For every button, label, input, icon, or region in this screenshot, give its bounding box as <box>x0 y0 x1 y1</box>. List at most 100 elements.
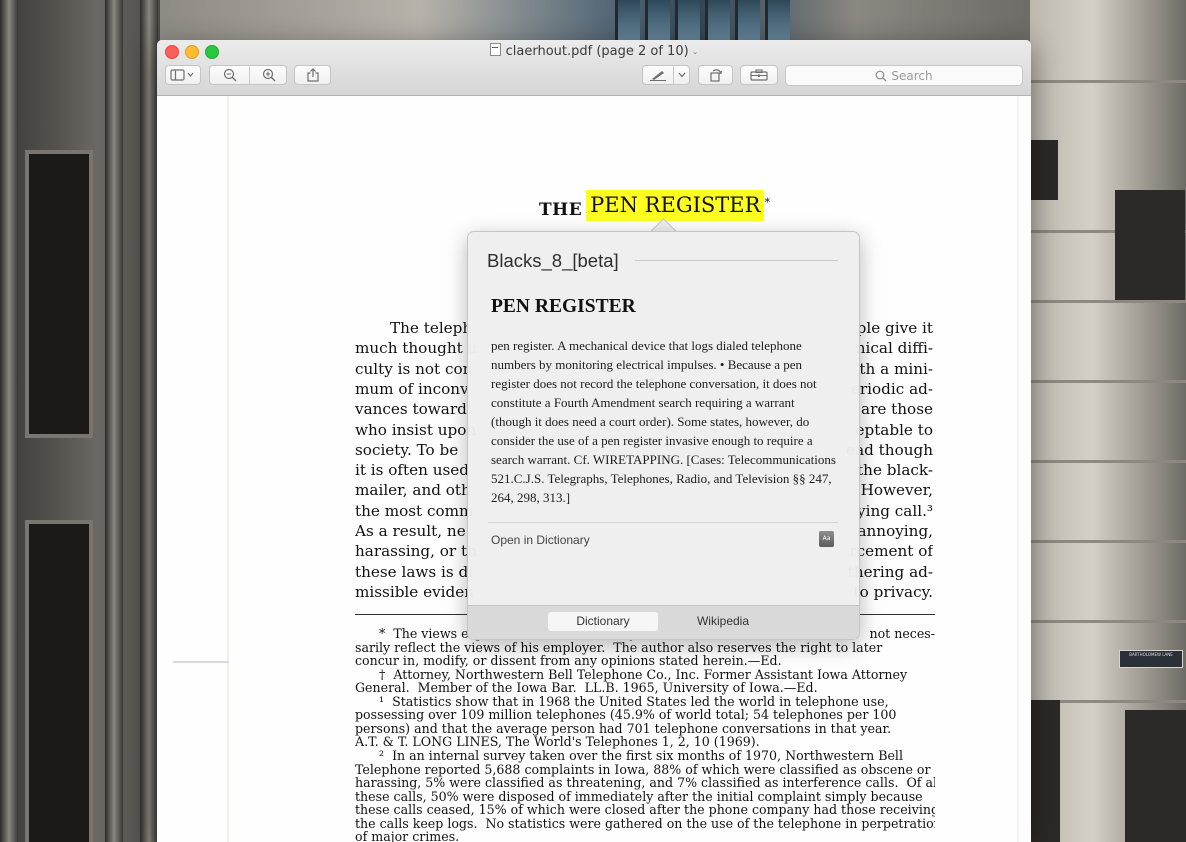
street-sign: BARTHOLOMEW LANE <box>1119 650 1183 668</box>
footnote-line-text: the calls keep logs. No statistics were … <box>355 816 935 831</box>
body-text-line-left: As a result, ne <box>355 522 466 540</box>
footnote-line-text: † Attorney, Northwestern Bell Telephone … <box>355 667 908 682</box>
footnote-line: these calls, 50% were disposed of immedi… <box>355 790 935 804</box>
markup-pen-button[interactable] <box>643 66 673 84</box>
search-icon <box>875 70 887 81</box>
body-text-line-right: However, <box>860 481 933 500</box>
markup-control <box>642 65 690 85</box>
footnote-line-text: Telephone reported 5,688 complaints in I… <box>355 762 931 777</box>
footnote-line: General. Member of the Iowa Bar. LL.B. 1… <box>355 681 935 695</box>
markup-toolbar-button[interactable] <box>740 65 778 85</box>
right-building-image <box>1030 0 1186 842</box>
dictionary-app-icon[interactable]: Aa <box>819 531 834 547</box>
open-in-dictionary-link[interactable]: Open in Dictionary <box>491 533 590 547</box>
footnote-line: A.T. & T. LONG LINES, The World's Teleph… <box>355 735 935 749</box>
footnote-line: ¹ Statistics show that in 1968 the Unite… <box>355 695 935 709</box>
body-text-line-left: much thought u <box>355 339 478 358</box>
footnote-line-text: persons) and that the average person had… <box>355 721 892 736</box>
markup-menu-button[interactable] <box>674 66 690 84</box>
page-title: THE PEN REGISTER * <box>539 190 770 221</box>
share-button[interactable] <box>294 65 331 85</box>
footnote-line: persons) and that the average person had… <box>355 722 935 736</box>
zoom-out-button[interactable] <box>210 66 249 84</box>
footnote-line-text: possessing over 109 million telephones (… <box>355 708 897 723</box>
body-text-line-right: ying call.³ <box>857 501 933 520</box>
popover-divider <box>488 522 838 523</box>
entry-definition: pen register. A mechanical device that l… <box>491 338 836 505</box>
body-text-line-left: who insist upon <box>355 420 477 439</box>
footnote-line-text: concur in, modify, or dissent from any o… <box>355 654 782 669</box>
body-text-line-right: the black- <box>857 461 933 480</box>
footnote-line-text: A.T. & T. LONG LINES, The World's Teleph… <box>355 735 760 750</box>
footnote-line-end: not neces- <box>869 627 935 641</box>
body-text-line-left: mailer, and oth <box>355 481 471 500</box>
title-footnote-mark: * <box>764 196 770 209</box>
body-text-line-left: harassing, or th <box>355 542 477 561</box>
source-divider <box>635 260 838 261</box>
footnote-line: these calls ceased, 15% of which were cl… <box>355 803 935 817</box>
body-text-line-right: are those <box>861 400 933 419</box>
window-title: claerhout.pdf (page 2 of 10) <box>505 44 689 59</box>
body-text-line-left: The teleph <box>390 319 473 337</box>
window-toolbar: claerhout.pdf (page 2 of 10) ⌄ Search <box>157 40 1031 96</box>
popover-tab-bar: Dictionary Wikipedia <box>468 605 859 639</box>
pen-icon <box>650 71 666 81</box>
body-text-line-right: to privacy. <box>853 582 933 601</box>
body-text-line-right: annoying, <box>857 522 933 540</box>
toolbox-icon <box>750 69 768 81</box>
chevron-down-icon <box>678 72 686 78</box>
footnote-line: ² In an internal survey taken over the f… <box>355 749 935 763</box>
entry-headword: PEN REGISTER <box>491 296 636 317</box>
footnote-line: the calls keep logs. No statistics were … <box>355 817 935 831</box>
body-text-line-left: these laws is di <box>355 562 474 581</box>
footnote-line: harassing, 5% were classified as threate… <box>355 776 935 790</box>
footnote-line-text: harassing, 5% were classified as threate… <box>355 776 935 791</box>
title-chevron-icon[interactable]: ⌄ <box>692 47 699 56</box>
body-text-line-right: nical diffi- <box>855 339 933 358</box>
search-placeholder: Search <box>891 68 933 83</box>
rotate-button[interactable] <box>698 65 733 85</box>
sidebar-toggle-button[interactable] <box>165 65 201 85</box>
sidebar-icon <box>170 69 194 81</box>
footnote-line-text: General. Member of the Iowa Bar. LL.B. 1… <box>355 681 818 696</box>
footnote-line-text: sarily reflect the views of his employer… <box>355 640 883 655</box>
window-title-bar[interactable]: claerhout.pdf (page 2 of 10) ⌄ <box>157 43 1031 59</box>
body-text-line-left: it is often used <box>355 461 470 480</box>
pdf-document-icon <box>489 43 501 56</box>
tab-dictionary[interactable]: Dictionary <box>548 612 658 631</box>
zoom-in-button[interactable] <box>250 66 287 84</box>
lookup-popover: Blacks_8_[beta] PEN REGISTER pen registe… <box>467 231 860 640</box>
body-text-line-right: ple give it <box>856 319 933 337</box>
page-title-the: THE <box>539 200 583 220</box>
zoom-control <box>209 65 287 85</box>
zoom-out-icon <box>223 68 236 82</box>
footnote-line: † Attorney, Northwestern Bell Telephone … <box>355 668 935 682</box>
body-text-line-left: culty is not con <box>355 359 473 378</box>
body-text-line-left: mum of inconv <box>355 379 469 398</box>
footnote-line-text: of major crimes. <box>355 830 460 842</box>
footnote-line-text: ¹ Statistics show that in 1968 the Unite… <box>355 694 889 709</box>
footnote-line: sarily reflect the views of his employer… <box>355 641 935 655</box>
body-text-line-right: th a mini- <box>859 359 933 378</box>
body-text-line-right: eptable to <box>855 420 933 439</box>
selected-text-highlight[interactable]: PEN REGISTER <box>586 190 765 221</box>
body-text-line-right: thering ad- <box>847 562 933 581</box>
tab-wikipedia[interactable]: Wikipedia <box>673 612 773 631</box>
footnote-line: Telephone reported 5,688 complaints in I… <box>355 763 935 777</box>
body-text-line-right: rcement of <box>849 542 933 561</box>
body-text-line-right: eriodic ad- <box>850 379 933 398</box>
footnote-line-text: these calls ceased, 15% of which were cl… <box>355 803 935 818</box>
footnote-line: of major crimes. <box>355 830 935 842</box>
search-field[interactable]: Search <box>785 65 1023 86</box>
footnote-line-text: these calls, 50% were disposed of immedi… <box>355 789 923 804</box>
dictionary-source-title: Blacks_8_[beta] <box>487 250 619 271</box>
body-text-line-left: missible eviden <box>355 582 475 601</box>
left-building-image <box>0 0 160 842</box>
body-text-line-left: society. To be <box>355 440 459 459</box>
zoom-in-icon <box>262 68 275 82</box>
footnote-line: concur in, modify, or dissent from any o… <box>355 654 935 668</box>
share-icon <box>306 68 319 82</box>
footnote-line-text: ² In an internal survey taken over the f… <box>355 748 903 763</box>
footnote-line: possessing over 109 million telephones (… <box>355 708 935 722</box>
top-building-image <box>160 0 1030 42</box>
